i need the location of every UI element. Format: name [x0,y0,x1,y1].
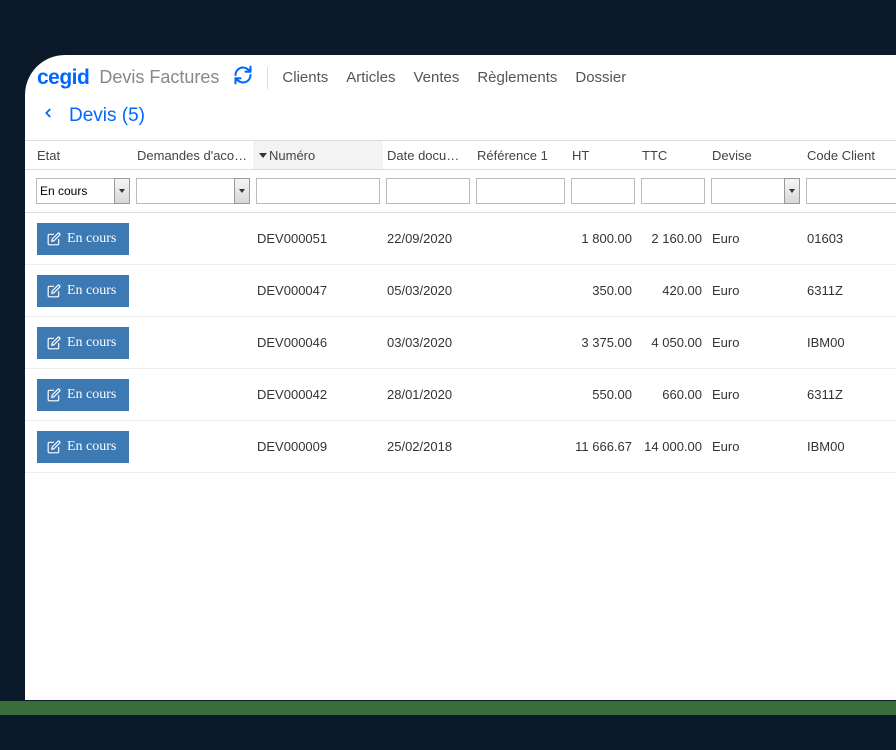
cell-numero: DEV000042 [253,387,383,402]
cell-code-client: IBM00 [803,335,896,350]
cell-ht: 550.00 [568,387,638,402]
col-numero-label: Numéro [269,148,315,163]
filter-row [25,170,896,213]
cell-ttc: 14 000.00 [638,439,708,454]
cell-date: 25/02/2018 [383,439,473,454]
cell-date: 05/03/2020 [383,283,473,298]
cell-ttc: 660.00 [638,387,708,402]
filter-demandes[interactable] [136,178,250,204]
col-numero[interactable]: Numéro [253,141,383,169]
status-label: En cours [67,387,116,403]
cell-ttc: 4 050.00 [638,335,708,350]
cell-ht: 3 375.00 [568,335,638,350]
menu-clients[interactable]: Clients [282,69,328,86]
col-ref1[interactable]: Référence 1 [473,148,568,163]
cell-code-client: IBM00 [803,439,896,454]
chevron-left-icon [41,104,55,122]
edit-icon [47,284,61,298]
cell-numero: DEV000009 [253,439,383,454]
filter-ttc[interactable] [641,178,705,204]
cell-code-client: 6311Z [803,283,896,298]
page-title: Devis (5) [69,105,145,127]
table-row[interactable]: En cours DEV00004603/03/2020 3 375.004 050… [25,317,896,369]
app-window: cegid Devis Factures Clients Articles Ve… [25,55,896,700]
divider [267,67,268,89]
edit-icon [47,388,61,402]
col-date[interactable]: Date docu… [383,148,473,163]
table-row[interactable]: En cours DEV00004705/03/2020 350.00420.00E… [25,265,896,317]
col-etat[interactable]: Etat [33,148,133,163]
table-row[interactable]: En cours DEV00004228/01/2020 550.00660.00E… [25,369,896,421]
filter-demandes-dropdown[interactable] [234,178,250,204]
status-label: En cours [67,231,116,247]
cell-numero: DEV000046 [253,335,383,350]
cell-ttc: 2 160.00 [638,231,708,246]
filter-etat-dropdown[interactable] [114,178,130,204]
menu-ventes[interactable]: Ventes [413,69,459,86]
cell-numero: DEV000047 [253,283,383,298]
status-label: En cours [67,439,116,455]
status-badge[interactable]: En cours [37,275,129,307]
status-badge[interactable]: En cours [37,431,129,463]
refresh-button[interactable] [233,65,253,90]
cell-ht: 11 666.67 [568,439,638,454]
col-code-client[interactable]: Code Client [803,148,896,163]
status-label: En cours [67,283,116,299]
menu-reglements[interactable]: Règlements [477,69,557,86]
cell-ht: 350.00 [568,283,638,298]
menu-dossier[interactable]: Dossier [575,69,626,86]
table-body: En cours DEV00005122/09/2020 1 800.002 160… [25,213,896,473]
status-badge[interactable]: En cours [37,327,129,359]
col-ht[interactable]: HT [568,148,638,163]
table-row[interactable]: En cours DEV00005122/09/2020 1 800.002 160… [25,213,896,265]
cell-numero: DEV000051 [253,231,383,246]
cell-date: 22/09/2020 [383,231,473,246]
back-button[interactable] [37,104,59,128]
green-bar [0,701,896,715]
filter-code-client[interactable] [806,178,896,204]
cell-devise: Euro [708,387,803,402]
table-header: Etat Demandes d'acomp… Numéro Date docu…… [25,140,896,170]
filter-ref1[interactable] [476,178,565,204]
cell-devise: Euro [708,335,803,350]
app-name: Devis Factures [99,67,219,88]
cell-date: 03/03/2020 [383,335,473,350]
status-label: En cours [67,335,116,351]
status-badge[interactable]: En cours [37,223,129,255]
filter-devise-dropdown[interactable] [784,178,800,204]
brand-logo: cegid [37,66,89,90]
col-devise[interactable]: Devise [708,148,803,163]
edit-icon [47,336,61,350]
cell-code-client: 6311Z [803,387,896,402]
menu-articles[interactable]: Articles [346,69,395,86]
cell-devise: Euro [708,439,803,454]
cell-ttc: 420.00 [638,283,708,298]
topbar: cegid Devis Factures Clients Articles Ve… [25,55,896,94]
cell-date: 28/01/2020 [383,387,473,402]
filter-ht[interactable] [571,178,635,204]
edit-icon [47,232,61,246]
cell-devise: Euro [708,231,803,246]
cell-ht: 1 800.00 [568,231,638,246]
edit-icon [47,440,61,454]
status-badge[interactable]: En cours [37,379,129,411]
refresh-icon [233,65,253,85]
filter-numero[interactable] [256,178,380,204]
cell-code-client: 01603 [803,231,896,246]
main-menu: Clients Articles Ventes Règlements Dossi… [282,69,626,86]
sort-desc-icon [259,153,267,158]
col-demandes[interactable]: Demandes d'acomp… [133,148,253,163]
breadcrumb: Devis (5) [25,94,896,140]
col-ttc[interactable]: TTC [638,148,708,163]
filter-date[interactable] [386,178,470,204]
cell-devise: Euro [708,283,803,298]
table-row[interactable]: En cours DEV00000925/02/2018 11 666.6714 0… [25,421,896,473]
